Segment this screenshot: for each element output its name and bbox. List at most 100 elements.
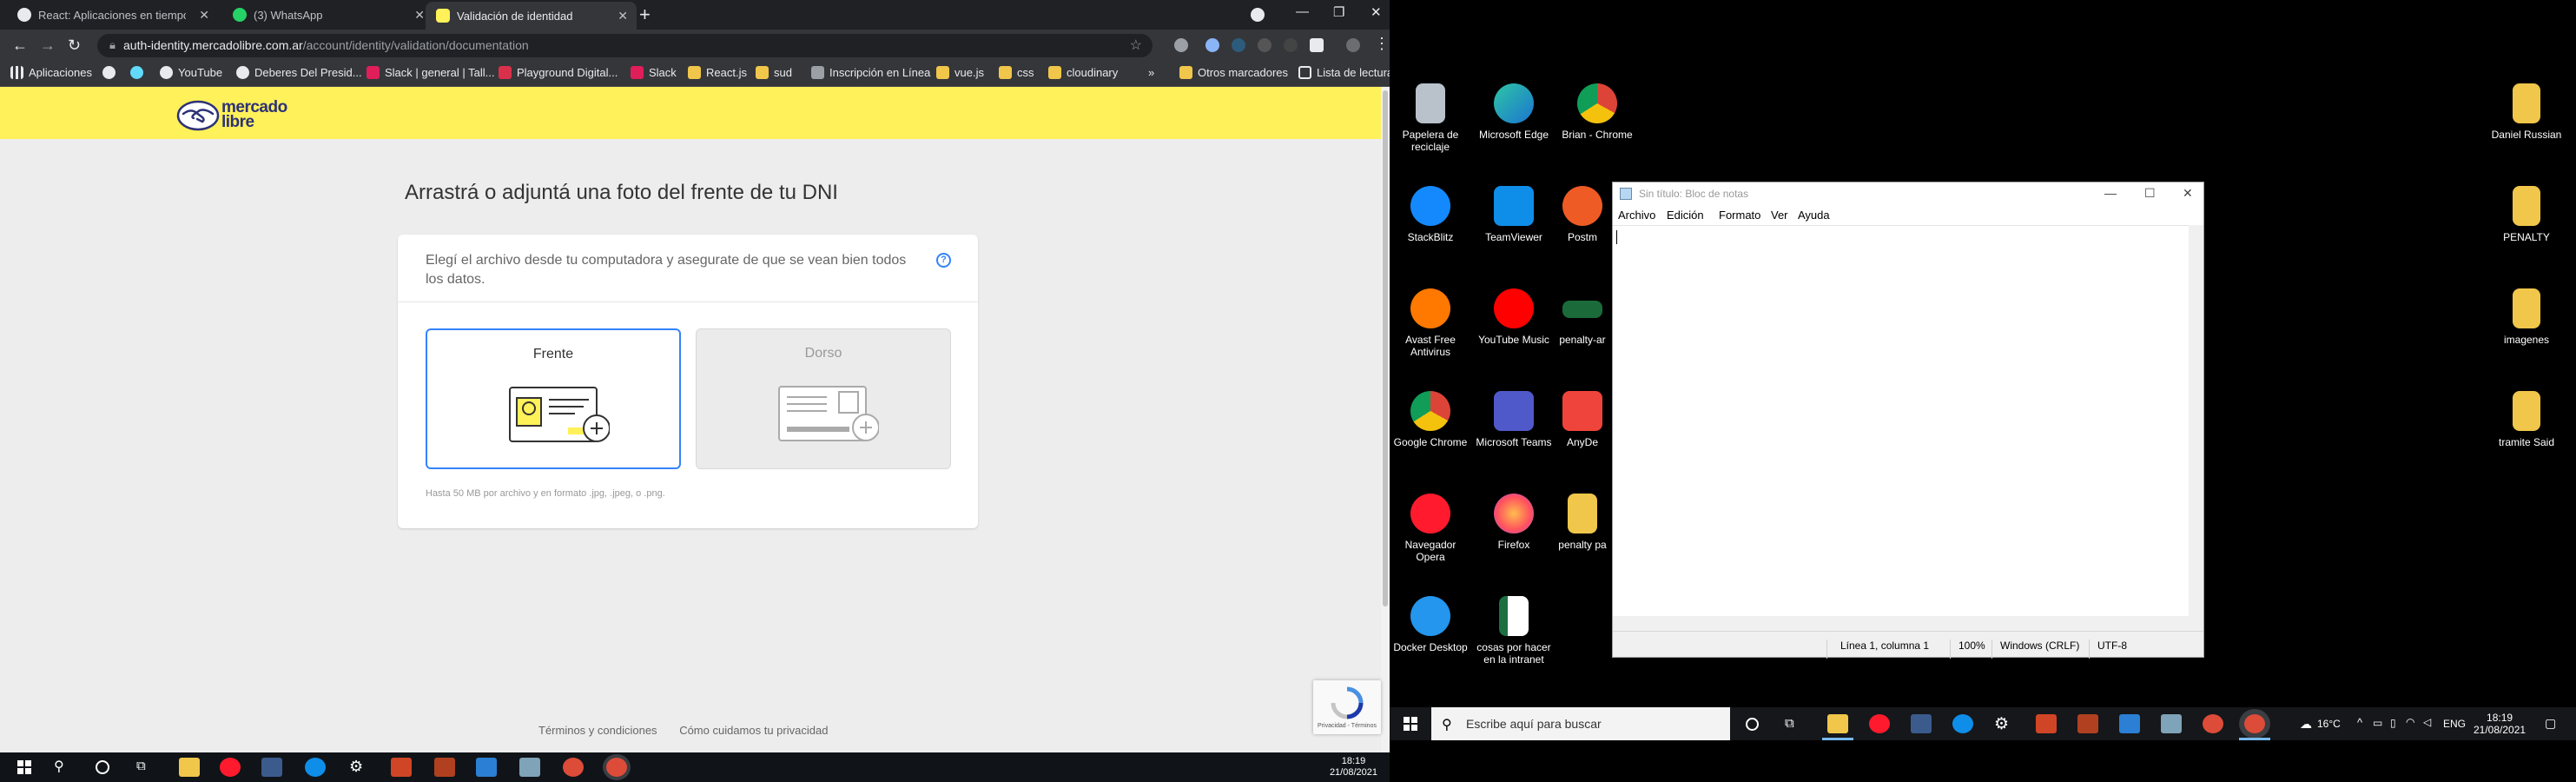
extension-icon[interactable] (1232, 38, 1245, 52)
vscode-icon[interactable] (476, 758, 497, 777)
extension-icon[interactable] (1284, 38, 1298, 52)
desktop-icon-penalty[interactable]: PENALTY (2486, 186, 2567, 243)
terms-link[interactable]: Términos y condiciones (538, 724, 657, 737)
desktop-icon-tramite-said[interactable]: tramite Said (2486, 391, 2567, 448)
file-explorer-icon[interactable] (1827, 714, 1848, 733)
desktop-icon-brian-chrome[interactable]: Brian - Chrome (1556, 83, 1638, 141)
close-icon[interactable]: ✕ (618, 9, 628, 23)
network-icon[interactable]: ▭ (2373, 717, 2382, 729)
task-view-icon[interactable]: ⧉ (1785, 716, 1794, 731)
chrome-icon[interactable] (563, 758, 584, 777)
bookmark-folder-css[interactable]: css (999, 66, 1034, 79)
powerpoint-icon[interactable] (391, 758, 412, 777)
bookmark-star-icon[interactable]: ☆ (1130, 36, 1142, 54)
wifi-icon[interactable]: ◠ (2406, 716, 2414, 728)
desktop-icon-teams[interactable]: Microsoft Teams (1473, 391, 1555, 448)
file-explorer-icon[interactable] (179, 758, 200, 777)
desktop-icon-opera[interactable]: Navegador Opera (1390, 494, 1471, 563)
desktop-icon-imagenes[interactable]: imagenes (2486, 288, 2567, 346)
maximize-button[interactable]: ☐ (2144, 186, 2156, 201)
notepad-icon[interactable] (2161, 714, 2182, 733)
desktop-icon-anydesk[interactable]: AnyDe (1556, 391, 1608, 448)
bookmark-folder-cloudinary[interactable]: cloudinary (1048, 66, 1118, 79)
taskbar-clock-left[interactable]: 18:19 21/08/2021 (1330, 756, 1377, 779)
bookmark-slack-general[interactable]: Slack | general | Tall... (367, 66, 494, 79)
taskbar-search[interactable]: ⚲ Escribe aquí para buscar (1431, 707, 1730, 740)
language-indicator[interactable]: ENG (2443, 718, 2466, 730)
desktop-icon-stackblitz[interactable]: StackBlitz (1390, 186, 1471, 243)
winrar-icon[interactable] (2077, 714, 2098, 733)
vertical-scrollbar[interactable] (2189, 225, 2203, 631)
reload-icon[interactable]: ↻ (68, 36, 81, 55)
bookmark-youtube[interactable]: YouTube (160, 66, 222, 79)
windows-start-icon[interactable] (17, 760, 31, 774)
desktop-icon-edge[interactable]: Microsoft Edge (1473, 83, 1555, 141)
task-view-icon[interactable]: ⧉ (136, 759, 146, 773)
bookmark-slack[interactable]: Slack (631, 66, 677, 79)
chrome-active-icon[interactable] (606, 758, 627, 777)
option-front[interactable]: Frente (426, 328, 681, 469)
teamviewer-icon[interactable] (305, 758, 326, 777)
chrome-icon[interactable] (2203, 714, 2223, 733)
media-icon[interactable] (1251, 8, 1265, 22)
bookmark-react[interactable] (130, 66, 149, 79)
vscode-icon[interactable] (2119, 714, 2140, 733)
profile-avatar[interactable] (1346, 38, 1360, 52)
react-devtools-icon[interactable] (1205, 38, 1219, 52)
reading-list[interactable]: Lista de lectura (1298, 66, 1390, 79)
other-bookmarks[interactable]: Otros marcadores (1179, 66, 1288, 79)
menu-ver[interactable]: Ver (1771, 209, 1788, 222)
close-window-button[interactable]: ✕ (1371, 4, 1382, 20)
extension-icon[interactable] (1174, 38, 1188, 52)
powerpoint-icon[interactable] (2036, 714, 2057, 733)
close-icon[interactable]: ✕ (414, 8, 425, 23)
tab-whatsapp[interactable]: (3) WhatsApp ✕ (222, 0, 433, 30)
chrome-active-icon[interactable] (2244, 714, 2265, 733)
privacy-link[interactable]: Cómo cuidamos tu privacidad (679, 724, 828, 737)
menu-edicion[interactable]: Edición (1667, 209, 1704, 222)
extension-icon[interactable] (1258, 38, 1271, 52)
teamviewer-icon[interactable] (1952, 714, 1973, 733)
cortana-icon[interactable] (1746, 718, 1759, 731)
desktop-icon-postman[interactable]: Postm (1556, 186, 1608, 243)
opera-icon[interactable] (220, 758, 241, 777)
bookmark-github[interactable] (102, 66, 121, 79)
app-icon[interactable] (1911, 714, 1932, 733)
address-bar[interactable]: 🔒︎ auth-identity.mercadolibre.com.ar/acc… (97, 34, 1153, 57)
bookmark-apps[interactable]: Aplicaciones (10, 66, 92, 79)
cortana-icon[interactable] (96, 760, 109, 774)
winrar-icon[interactable] (434, 758, 455, 777)
weather-temp[interactable]: 16°C (2317, 718, 2341, 730)
notepad-icon[interactable] (519, 758, 540, 777)
desktop-icon-google-chrome[interactable]: Google Chrome (1390, 391, 1471, 448)
horizontal-scrollbar[interactable] (1613, 616, 2189, 631)
desktop-icon-avast[interactable]: Avast Free Antivirus (1390, 288, 1471, 358)
desktop-icon-youtube-music[interactable]: YouTube Music (1473, 288, 1555, 346)
taskbar-clock-right[interactable]: 18:19 21/08/2021 (2474, 712, 2526, 736)
more-menu-icon[interactable]: ⋮ (1374, 35, 1390, 53)
scrollbar-thumb[interactable] (1383, 90, 1388, 606)
bookmark-deberes[interactable]: Deberes Del Presid... (236, 66, 362, 79)
settings-gear-icon[interactable]: ⚙ (349, 758, 363, 776)
desktop-icon-recycle-bin[interactable]: Papelera de reciclaje (1390, 83, 1471, 153)
maximize-button[interactable]: ❐ (1333, 4, 1344, 20)
tab-react[interactable]: React: Aplicaciones en tiempo re ✕ (7, 0, 218, 30)
opera-icon[interactable] (1869, 714, 1890, 733)
tray-chevron-up-icon[interactable]: ^ (2357, 716, 2362, 729)
desktop-icon-cosas-por-hacer[interactable]: cosas por hacer en la intranet (1473, 596, 1555, 666)
close-window-button[interactable]: ✕ (2183, 186, 2193, 201)
bookmark-folder-sud[interactable]: sud (756, 66, 792, 79)
bookmarks-overflow[interactable]: » (1148, 66, 1154, 79)
desktop-icon-docker[interactable]: Docker Desktop (1390, 596, 1471, 653)
menu-ayuda[interactable]: Ayuda (1798, 209, 1830, 222)
forward-arrow-icon[interactable]: → (40, 36, 56, 55)
cloud-weather-icon[interactable]: ☁ (2300, 717, 2312, 732)
recaptcha-links[interactable]: Privacidad - Términos (1313, 723, 1381, 729)
app-icon[interactable] (261, 758, 282, 777)
bookmark-inscripcion[interactable]: Inscripción en Línea (811, 66, 930, 79)
desktop-icon-daniel-russian[interactable]: Daniel Russian (2486, 83, 2567, 141)
minimize-button[interactable]: — (1296, 4, 1309, 19)
bookmark-folder-vue[interactable]: vue.js (936, 66, 984, 79)
menu-archivo[interactable]: Archivo (1618, 209, 1655, 222)
battery-icon[interactable]: ▯ (2390, 717, 2396, 729)
